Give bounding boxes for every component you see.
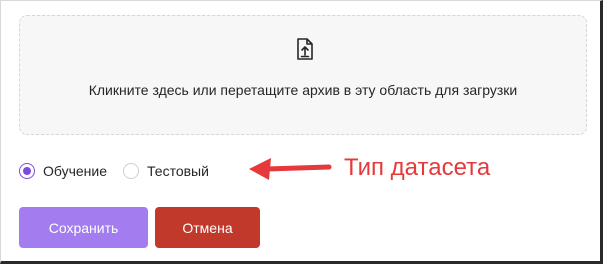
radio-label-training: Обучение: [43, 163, 108, 179]
file-upload-icon: [297, 38, 313, 60]
radio-option-training[interactable]: Обучение: [19, 163, 107, 179]
annotation-label: Тип датасета: [344, 154, 491, 181]
radio-test[interactable]: [123, 163, 140, 179]
window-frame: Кликните здесь или перетащите архив в эт…: [0, 0, 603, 264]
upload-instruction: Кликните здесь или перетащите архив в эт…: [88, 82, 518, 98]
radio-option-test[interactable]: Тестовый: [123, 163, 209, 179]
save-button[interactable]: Сохранить: [19, 207, 148, 248]
upload-dropzone[interactable]: Кликните здесь или перетащите архив в эт…: [19, 15, 587, 135]
cancel-button[interactable]: Отмена: [155, 207, 260, 248]
radio-training[interactable]: [19, 163, 35, 179]
radio-label-test: Тестовый: [147, 163, 209, 179]
dataset-type-radio-group: Обучение Тестовый: [19, 159, 225, 183]
annotation-arrow-icon: [249, 158, 332, 180]
